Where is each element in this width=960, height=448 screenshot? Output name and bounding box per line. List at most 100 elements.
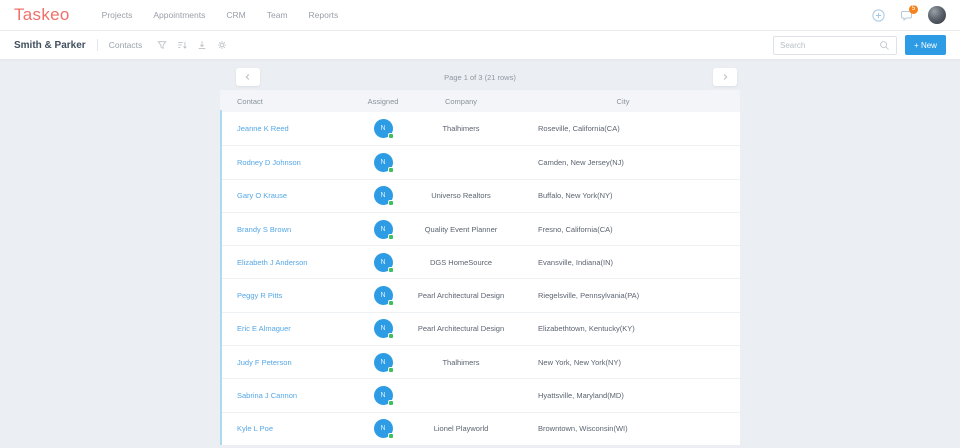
assigned-avatar[interactable]: N: [373, 119, 394, 140]
assigned-avatar[interactable]: N: [373, 419, 394, 440]
assigned-avatar[interactable]: N: [373, 352, 394, 373]
assigned-avatar[interactable]: N: [373, 219, 394, 240]
assigned-avatar[interactable]: N: [373, 186, 394, 207]
city-cell: Elizabethtown, Kentucky(KY): [538, 324, 635, 334]
top-navbar: Taskeo Projects Appointments CRM Team Re…: [0, 0, 960, 31]
assigned-avatar[interactable]: N: [373, 252, 394, 273]
contacts-table: Contact Assigned Company City Jeanne K R…: [220, 90, 740, 445]
avatar-letter: N: [380, 292, 386, 300]
assigned-cell: N: [350, 352, 416, 373]
table-row: Kyle L Poe N Lionel Playworld Browntown,…: [220, 411, 740, 445]
settings-icon[interactable]: [217, 40, 227, 50]
city-cell: Buffalo, New York(NY): [538, 191, 613, 201]
table-row: Gary O Krause N Universo Realtors Buffal…: [220, 178, 740, 212]
new-button[interactable]: + New: [905, 35, 946, 55]
sort-icon[interactable]: [177, 40, 187, 50]
company-cell: Pearl Architectural Design: [417, 324, 505, 334]
contact-link[interactable]: Gary O Krause: [237, 191, 287, 200]
nav-item-reports[interactable]: Reports: [309, 10, 339, 20]
online-status-dot: [387, 233, 394, 240]
table-row: Brandy S Brown N Quality Event Planner F…: [220, 211, 740, 246]
assigned-avatar[interactable]: N: [373, 286, 394, 307]
view-label-contacts[interactable]: Contacts: [109, 40, 143, 50]
quick-add-icon[interactable]: [872, 8, 885, 22]
nav-item-appointments[interactable]: Appointments: [153, 10, 205, 20]
avatar-letter: N: [380, 325, 386, 333]
contact-link[interactable]: Judy F Peterson: [237, 358, 292, 367]
nav-item-projects[interactable]: Projects: [102, 10, 133, 20]
contact-cell: Rodney D Johnson: [220, 158, 350, 167]
toolbar: Smith & Parker Contacts Search + New: [0, 31, 960, 59]
table-row: Rodney D Johnson N Camden, New Jersey(NJ…: [220, 145, 740, 179]
assigned-cell: N: [350, 419, 416, 440]
table-row: Eric E Almaguer N Pearl Architectural De…: [220, 311, 740, 346]
contact-cell: Judy F Peterson: [220, 358, 350, 367]
contact-link[interactable]: Rodney D Johnson: [237, 158, 301, 167]
nav-item-crm[interactable]: CRM: [226, 10, 245, 20]
table-row: Peggy R Pitts N Pearl Architectural Desi…: [220, 278, 740, 312]
column-header-company[interactable]: Company: [416, 97, 506, 106]
avatar-letter: N: [380, 392, 386, 400]
contact-link[interactable]: Brandy S Brown: [237, 225, 291, 234]
user-avatar[interactable]: [928, 6, 946, 24]
search-icon[interactable]: [879, 40, 890, 51]
online-status-dot: [387, 200, 394, 207]
next-page-button[interactable]: [713, 68, 737, 86]
notification-badge: 5: [909, 4, 918, 14]
city-cell: Roseville, California(CA): [538, 124, 620, 134]
contact-link[interactable]: Kyle L Poe: [237, 424, 273, 433]
column-header-contact[interactable]: Contact: [220, 97, 350, 106]
assigned-cell: N: [350, 319, 416, 340]
contact-cell: Gary O Krause: [220, 191, 350, 200]
account-name: Smith & Parker: [14, 39, 86, 51]
prev-page-button[interactable]: [236, 68, 260, 86]
content-area: Page 1 of 3 (21 rows) Contact Assigned C…: [0, 66, 960, 448]
contact-cell: Brandy S Brown: [220, 225, 350, 234]
company-cell: Pearl Architectural Design: [417, 291, 505, 301]
chevron-right-icon: [723, 74, 728, 80]
nav-item-team[interactable]: Team: [267, 10, 288, 20]
table-row: Elizabeth J Anderson N DGS HomeSource Ev…: [220, 245, 740, 279]
assigned-cell: N: [350, 252, 416, 273]
notifications-icon[interactable]: 5: [900, 4, 918, 22]
city-cell: Hyattsville, Maryland(MD): [538, 391, 624, 401]
pagination-bar: Page 1 of 3 (21 rows): [220, 66, 740, 88]
company-cell: Lionel Playworld: [433, 424, 489, 434]
assigned-cell: N: [350, 386, 416, 407]
contact-cell: Kyle L Poe: [220, 424, 350, 433]
column-header-city[interactable]: City: [506, 97, 740, 106]
assigned-avatar[interactable]: N: [373, 386, 394, 407]
company-cell: DGS HomeSource: [429, 257, 493, 267]
city-cell: Camden, New Jersey(NJ): [538, 157, 624, 167]
avatar-letter: N: [380, 158, 386, 166]
city-cell: New York, New York(NY): [538, 357, 621, 367]
contact-cell: Sabrina J Cannon: [220, 391, 350, 400]
avatar-letter: N: [380, 425, 386, 433]
contact-link[interactable]: Elizabeth J Anderson: [237, 258, 307, 267]
search-input[interactable]: [780, 40, 879, 50]
contact-link[interactable]: Jeanne K Reed: [237, 124, 289, 133]
contact-link[interactable]: Peggy R Pitts: [237, 291, 282, 300]
contact-link[interactable]: Sabrina J Cannon: [237, 391, 297, 400]
assigned-avatar[interactable]: N: [373, 152, 394, 173]
company-cell: Universo Realtors: [431, 191, 491, 201]
view-tools: [157, 40, 227, 50]
city-cell: Browntown, Wisconsin(WI): [538, 424, 628, 434]
filter-icon[interactable]: [157, 40, 167, 50]
chevron-left-icon: [245, 74, 250, 80]
app-logo[interactable]: Taskeo: [14, 5, 70, 25]
table-row: Sabrina J Cannon N Hyattsville, Maryland…: [220, 378, 740, 412]
contact-cell: Jeanne K Reed: [220, 124, 350, 133]
online-status-dot: [387, 400, 394, 407]
main-nav: Projects Appointments CRM Team Reports: [102, 10, 339, 20]
assigned-avatar[interactable]: N: [373, 319, 394, 340]
topbar-actions: 5: [872, 4, 946, 24]
city-cell: Evansville, Indiana(IN): [538, 257, 614, 267]
download-icon[interactable]: [197, 40, 207, 50]
contact-link[interactable]: Eric E Almaguer: [237, 324, 291, 333]
avatar-letter: N: [380, 358, 386, 366]
avatar-letter: N: [380, 225, 386, 233]
column-header-assigned[interactable]: Assigned: [350, 97, 416, 106]
company-cell: Thalhimers: [442, 357, 480, 367]
assigned-cell: N: [350, 186, 416, 207]
